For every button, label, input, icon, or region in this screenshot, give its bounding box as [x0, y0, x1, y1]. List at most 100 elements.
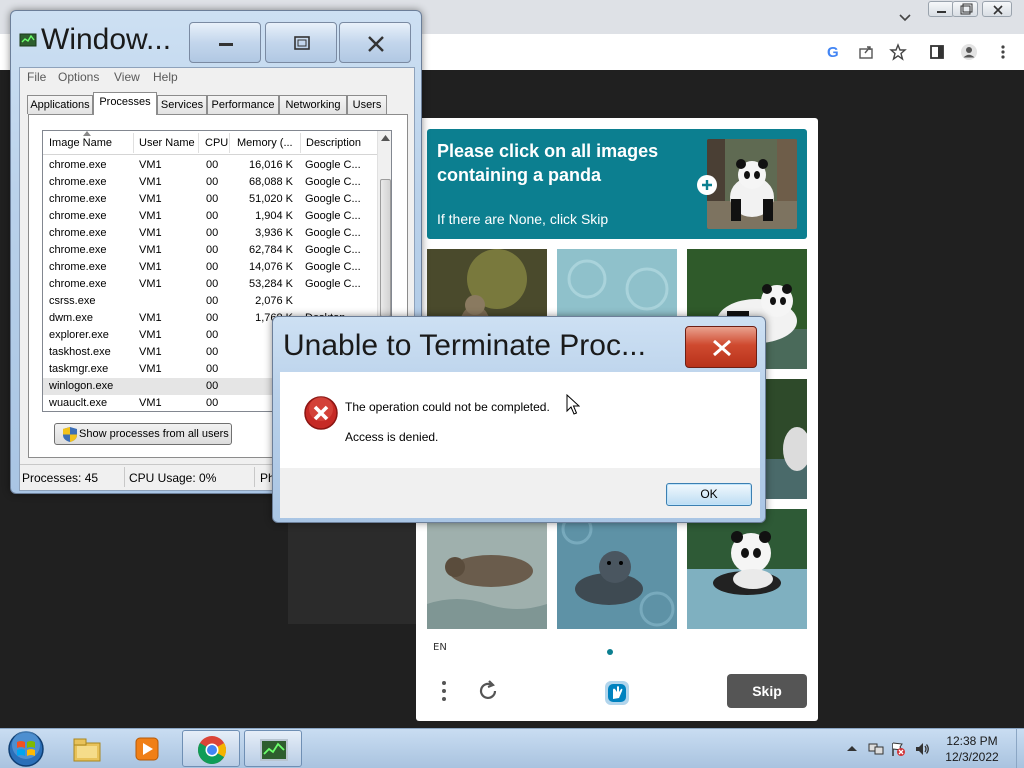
- process-cpu: 00: [206, 261, 219, 273]
- captcha-prompt-text: Please click on all images containing a …: [437, 141, 659, 185]
- taskbar-media-player[interactable]: [118, 730, 176, 767]
- process-description: Google C...: [305, 176, 361, 188]
- file-explorer-icon: [73, 738, 101, 762]
- show-all-processes-label: Show processes from all users: [79, 428, 229, 440]
- tab-performance[interactable]: Performance: [207, 95, 279, 114]
- captcha-image-cell-panda-swimming[interactable]: [687, 509, 807, 629]
- taskbar-clock[interactable]: 12:38 PM 12/3/2022: [930, 733, 1014, 765]
- menu-file[interactable]: File: [27, 70, 46, 84]
- browser-restore-button[interactable]: [952, 1, 978, 17]
- browser-minimize-button[interactable]: [928, 1, 954, 17]
- process-cpu: 00: [206, 312, 219, 324]
- mouse-cursor-icon: [566, 394, 580, 415]
- process-user: VM1: [139, 159, 162, 171]
- process-cpu: 00: [206, 329, 219, 341]
- share-icon[interactable]: [857, 43, 875, 61]
- process-description: Google C...: [305, 193, 361, 205]
- tab-applications[interactable]: Applications: [27, 95, 93, 114]
- process-user: VM1: [139, 346, 162, 358]
- captcha-image-cell-seal[interactable]: [557, 509, 677, 629]
- volume-icon[interactable]: [914, 741, 930, 757]
- column-description[interactable]: Description: [306, 137, 361, 149]
- column-user-name[interactable]: User Name: [139, 137, 195, 149]
- menu-options[interactable]: Options: [58, 70, 99, 84]
- tab-processes[interactable]: Processes: [93, 92, 157, 115]
- process-name: chrome.exe: [49, 227, 107, 239]
- process-row[interactable]: chrome.exe VM1 00 53,284 K Google C...: [43, 276, 377, 293]
- svg-text:G: G: [827, 44, 839, 61]
- uac-shield-icon: [63, 427, 77, 442]
- process-name: chrome.exe: [49, 278, 107, 290]
- google-lens-icon[interactable]: G: [825, 43, 843, 61]
- column-cpu[interactable]: CPU: [205, 137, 228, 149]
- ok-button[interactable]: OK: [666, 483, 752, 506]
- task-manager-close-button[interactable]: [339, 22, 411, 63]
- process-cpu: 00: [206, 159, 219, 171]
- captcha-sample-panda-image: [707, 139, 797, 229]
- process-user: VM1: [139, 278, 162, 290]
- bookmark-star-icon[interactable]: [889, 43, 907, 61]
- process-user: VM1: [139, 312, 162, 324]
- status-cpu-usage: CPU Usage: 0%: [129, 471, 217, 485]
- process-description: Google C...: [305, 261, 361, 273]
- process-row[interactable]: csrss.exe 00 2,076 K: [43, 293, 377, 310]
- process-user: VM1: [139, 210, 162, 222]
- process-row[interactable]: chrome.exe VM1 00 1,904 K Google C...: [43, 208, 377, 225]
- taskbar-task-manager[interactable]: [244, 730, 302, 767]
- profile-avatar-icon[interactable]: [960, 43, 978, 61]
- captcha-expand-plus-icon[interactable]: [697, 175, 717, 195]
- menu-help[interactable]: Help: [153, 70, 178, 84]
- column-memory[interactable]: Memory (...: [237, 137, 293, 149]
- action-center-flag-icon[interactable]: [890, 741, 906, 757]
- captcha-image-cell-otter[interactable]: [427, 509, 547, 629]
- captcha-language-label[interactable]: EN: [433, 642, 447, 653]
- process-user: VM1: [139, 244, 162, 256]
- taskbar-chrome[interactable]: [182, 730, 240, 767]
- error-icon: [304, 396, 338, 430]
- browser-close-button[interactable]: [982, 1, 1012, 17]
- captcha-skip-hint: If there are None, click Skip: [437, 211, 609, 227]
- process-memory: 53,284 K: [248, 278, 293, 290]
- process-name: chrome.exe: [49, 261, 107, 273]
- process-name: taskmgr.exe: [49, 363, 109, 375]
- process-cpu: 00: [206, 346, 219, 358]
- process-row[interactable]: chrome.exe VM1 00 3,936 K Google C...: [43, 225, 377, 242]
- start-button-icon[interactable]: [6, 730, 46, 768]
- tab-users[interactable]: Users: [347, 95, 387, 114]
- column-image-name[interactable]: Image Name: [49, 137, 112, 149]
- scroll-up-icon[interactable]: [381, 135, 390, 141]
- captcha-skip-button[interactable]: Skip: [727, 674, 807, 708]
- tab-networking[interactable]: Networking: [279, 95, 347, 114]
- process-row[interactable]: chrome.exe VM1 00 51,020 K Google C...: [43, 191, 377, 208]
- hcaptcha-logo-icon[interactable]: [599, 675, 635, 711]
- task-manager-maximize-button[interactable]: [265, 22, 337, 63]
- side-panel-icon[interactable]: [928, 43, 946, 61]
- task-manager-minimize-button[interactable]: [189, 22, 261, 63]
- browser-menu-icon[interactable]: [994, 43, 1012, 61]
- process-row[interactable]: chrome.exe VM1 00 14,076 K Google C...: [43, 259, 377, 276]
- tab-search-chevron-icon[interactable]: [896, 8, 914, 26]
- error-detail: Access is denied.: [345, 430, 439, 444]
- process-row[interactable]: chrome.exe VM1 00 62,784 K Google C...: [43, 242, 377, 259]
- scrollbar-thumb[interactable]: [380, 179, 391, 317]
- captcha-refresh-icon[interactable]: [476, 679, 500, 703]
- show-all-processes-button[interactable]: Show processes from all users: [54, 423, 232, 445]
- process-memory: 2,076 K: [255, 295, 293, 307]
- show-desktop-button[interactable]: [1016, 729, 1024, 768]
- tray-expand-icon[interactable]: [844, 741, 860, 757]
- error-dialog-close-button[interactable]: [685, 326, 757, 368]
- tab-services[interactable]: Services: [157, 95, 207, 114]
- process-name: chrome.exe: [49, 159, 107, 171]
- task-manager-title: Window...: [41, 23, 172, 56]
- captcha-menu-icon[interactable]: [436, 679, 452, 703]
- taskbar-explorer[interactable]: [58, 730, 116, 767]
- error-dialog: Unable to Terminate Proc... The operatio…: [272, 316, 766, 523]
- network-icon[interactable]: [868, 741, 884, 757]
- process-row[interactable]: chrome.exe VM1 00 16,016 K Google C...: [43, 157, 377, 174]
- process-description: Google C...: [305, 159, 361, 171]
- process-row[interactable]: chrome.exe VM1 00 68,088 K Google C...: [43, 174, 377, 191]
- close-icon: [713, 339, 731, 357]
- menu-view[interactable]: View: [114, 70, 140, 84]
- process-memory: 68,088 K: [248, 176, 293, 188]
- captcha-prompt-banner: Please click on all images containing a …: [427, 129, 807, 239]
